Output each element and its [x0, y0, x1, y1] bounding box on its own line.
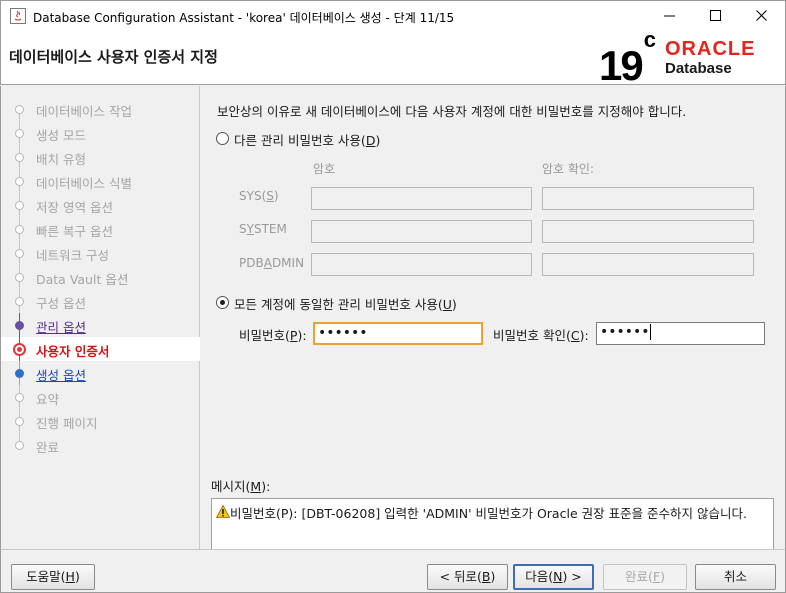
step-dot-icon	[15, 249, 24, 258]
sidebar-step: 네트워크 구성	[1, 241, 200, 265]
page-title: 데이터베이스 사용자 인증서 지정	[9, 48, 218, 66]
same-password-label[interactable]: 모든 계정에 동일한 관리 비밀번호 사용(U)	[234, 294, 457, 313]
confirm-column-header: 암호 확인:	[542, 162, 595, 176]
step-dot-icon	[15, 105, 24, 114]
sidebar-step-label: 생성 모드	[36, 128, 86, 143]
step-dot-icon	[15, 273, 24, 282]
sidebar-step: Data Vault 옵션	[1, 265, 200, 289]
step-header: 데이터베이스 사용자 인증서 지정 19c ORACLE Database	[0, 27, 786, 88]
pdbadmin-confirm-field[interactable]	[542, 253, 754, 276]
step-dot-icon	[15, 153, 24, 162]
sidebar-step: 데이터베이스 식별	[1, 169, 200, 193]
sidebar-step-label: 요약	[36, 392, 60, 407]
sidebar-step: 데이터베이스 작업	[1, 97, 200, 121]
system-confirm-field[interactable]	[542, 220, 754, 243]
step-dot-icon	[15, 129, 24, 138]
cancel-button[interactable]: 취소	[695, 564, 776, 590]
sidebar-step-label: 완료	[36, 440, 60, 455]
sidebar-step[interactable]: 생성 옵션	[1, 361, 200, 385]
next-button[interactable]: 다음(N) >	[513, 564, 594, 590]
sidebar-step: 요약	[1, 385, 200, 409]
maximize-button[interactable]	[693, 1, 739, 31]
sidebar-step-label: 저장 영역 옵션	[36, 200, 113, 215]
confirm-password-input[interactable]: ••••••	[596, 322, 765, 345]
sidebar-step-label: 배치 유형	[36, 152, 86, 167]
sys-label: SYS(S)	[239, 189, 279, 203]
step-dot-icon	[15, 393, 24, 402]
warning-message: 비밀번호(P): [DBT-06208] 입력한 'ADMIN' 비밀번호가 O…	[230, 506, 747, 521]
java-app-icon	[10, 8, 26, 24]
title-bar: Database Configuration Assistant - 'kore…	[0, 0, 786, 31]
step-dot-icon	[15, 369, 24, 378]
sidebar-step: 생성 모드	[1, 121, 200, 145]
sidebar-step-label: 진행 페이지	[36, 416, 98, 431]
button-bar: 도움말(H) < 뒤로(B) 다음(N) > 완료(F) 취소	[0, 549, 786, 593]
sidebar-step-label: 빠른 복구 옵션	[36, 224, 113, 239]
password-label: 비밀번호(P):	[239, 328, 307, 343]
same-password-radio[interactable]	[216, 296, 229, 309]
password-column-header: 암호	[313, 162, 336, 176]
close-icon	[756, 10, 767, 21]
sidebar-step: 저장 영역 옵션	[1, 193, 200, 217]
main-panel: 보안상의 이유로 새 데이터베이스에 다음 사용자 계정에 대한 비밀번호를 지…	[201, 86, 786, 552]
messages-box: 비밀번호(P): [DBT-06208] 입력한 'ADMIN' 비밀번호가 O…	[211, 498, 774, 552]
sidebar-step-label: 데이터베이스 식별	[36, 176, 132, 191]
sidebar-step-label: 구성 옵션	[36, 296, 86, 311]
sidebar-step: 빠른 복구 옵션	[1, 217, 200, 241]
password-input[interactable]: ••••••	[313, 322, 483, 345]
steps-sidebar: 데이터베이스 작업생성 모드배치 유형데이터베이스 식별저장 영역 옵션빠른 복…	[0, 86, 200, 549]
sidebar-step[interactable]: 관리 옵션	[1, 313, 200, 337]
sidebar-step-label: Data Vault 옵션	[36, 272, 129, 287]
step-list: 데이터베이스 작업생성 모드배치 유형데이터베이스 식별저장 영역 옵션빠른 복…	[1, 97, 200, 457]
sidebar-step-label: 네트워크 구성	[36, 248, 109, 263]
sidebar-step: 완료	[1, 433, 200, 457]
step-dot-icon	[15, 225, 24, 234]
step-dot-icon	[15, 441, 24, 450]
logo-version: 19c	[599, 27, 656, 89]
back-button[interactable]: < 뒤로(B)	[427, 564, 508, 590]
logo-brand: ORACLE	[665, 38, 756, 60]
sidebar-step: 배치 유형	[1, 145, 200, 169]
warning-icon	[216, 505, 230, 518]
confirm-password-label: 비밀번호 확인(C):	[493, 328, 589, 343]
sidebar-step-label: 사용자 인증서	[36, 344, 110, 359]
logo-product: Database	[665, 60, 732, 77]
sys-password-field[interactable]	[311, 187, 532, 210]
maximize-icon	[710, 10, 721, 21]
system-label: SYSTEM	[239, 222, 287, 236]
step-dot-icon	[15, 201, 24, 210]
separate-password-radio[interactable]	[216, 132, 229, 145]
pdbadmin-password-field[interactable]	[311, 253, 532, 276]
sys-confirm-field[interactable]	[542, 187, 754, 210]
current-step-icon	[13, 343, 26, 356]
sidebar-step: 사용자 인증서	[1, 337, 200, 361]
sidebar-step-label: 생성 옵션	[36, 368, 86, 383]
system-password-field[interactable]	[311, 220, 532, 243]
sidebar-step-label: 데이터베이스 작업	[36, 104, 132, 119]
step-dot-icon	[15, 297, 24, 306]
finish-button[interactable]: 완료(F)	[603, 564, 687, 590]
step-dot-icon	[15, 177, 24, 186]
sidebar-step-label: 관리 옵션	[36, 320, 86, 335]
instruction-text: 보안상의 이유로 새 데이터베이스에 다음 사용자 계정에 대한 비밀번호를 지…	[217, 104, 687, 119]
step-dot-icon	[15, 417, 24, 426]
close-button[interactable]	[739, 1, 785, 31]
step-dot-icon	[15, 321, 24, 330]
sidebar-step: 진행 페이지	[1, 409, 200, 433]
window-title: Database Configuration Assistant - 'kore…	[33, 11, 455, 25]
sidebar-step: 구성 옵션	[1, 289, 200, 313]
minimize-icon	[664, 15, 675, 17]
messages-label: 메시지(M):	[211, 479, 271, 494]
pdbadmin-label: PDBADMIN	[239, 256, 305, 270]
help-button[interactable]: 도움말(H)	[11, 564, 95, 590]
separate-password-label[interactable]: 다른 관리 비밀번호 사용(D)	[234, 130, 380, 149]
oracle-database-logo: 19c ORACLE Database	[599, 27, 779, 88]
